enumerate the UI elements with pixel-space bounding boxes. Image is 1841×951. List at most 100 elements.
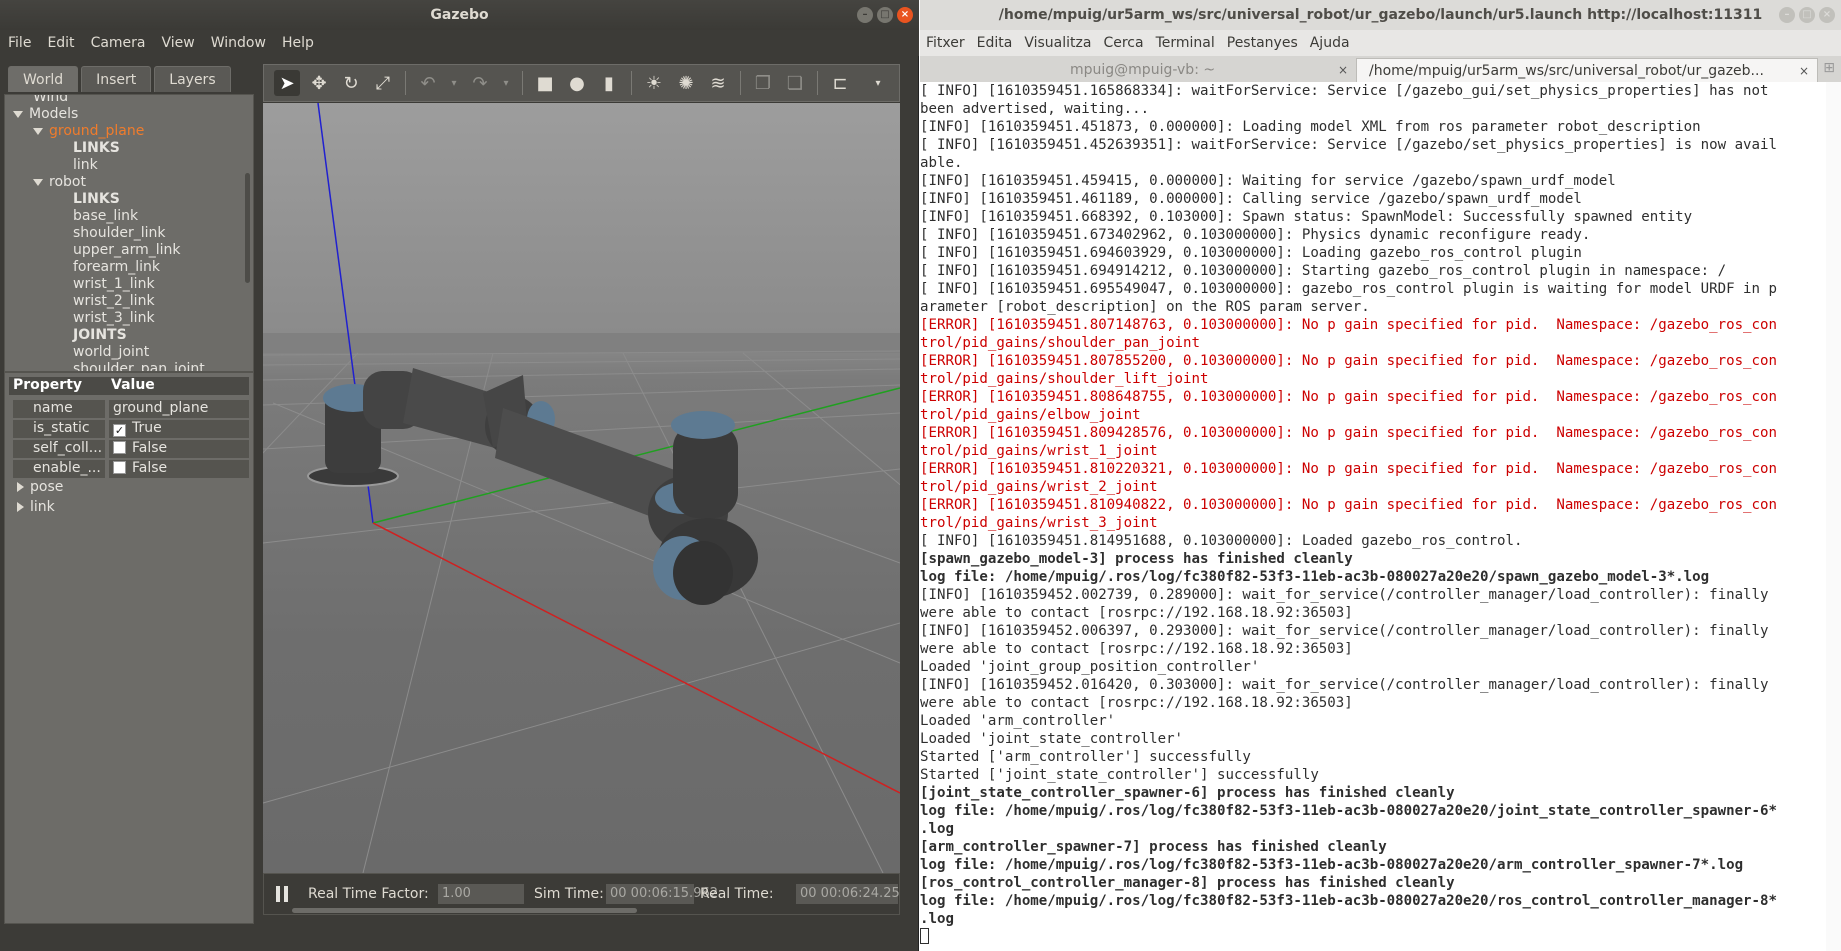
terminal-error-line: [ERROR] [1610359451.808648755, 0.1030000… [920,389,1778,405]
minimize-icon[interactable]: – [1779,7,1795,23]
tree-link[interactable]: wrist_3_link [73,310,155,326]
redo-dropdown-icon[interactable]: ▾ [499,70,513,96]
terminal-error-line: [ERROR] [1610359451.810220321, 0.1030000… [920,461,1778,477]
menu-ajuda[interactable]: Ajuda [1304,35,1356,51]
expand-icon[interactable] [17,482,24,492]
tree-robot[interactable]: robot [33,174,86,190]
terminal-prompt[interactable] [920,928,1826,946]
pause-icon[interactable] [276,886,288,902]
property-value[interactable]: False [109,440,249,458]
tree-link[interactable]: upper_arm_link [73,242,181,258]
menu-fitxer[interactable]: Fitxer [920,35,971,51]
tree-scrollbar[interactable] [245,173,250,283]
menu-pestanyes[interactable]: Pestanyes [1221,35,1304,51]
tree-link[interactable]: base_link [73,208,138,224]
menu-camera[interactable]: Camera [83,35,154,51]
minimize-icon[interactable]: – [857,7,873,23]
new-tab-icon[interactable]: ⊞ [1823,60,1835,76]
tab-world[interactable]: World [8,66,79,92]
scale-icon[interactable]: ⤢ [370,70,396,96]
terminal-error-line: trol/pid_gains/wrist_2_joint [920,479,1158,495]
terminal-error-line: trol/pid_gains/shoulder_pan_joint [920,335,1201,351]
horizontal-scrollbar[interactable] [292,908,637,913]
tree-ground-plane[interactable]: ground_plane [33,123,144,139]
select-arrow-icon[interactable]: ➤ [274,70,300,96]
terminal-title-bar[interactable]: /home/mpuig/ur5arm_ws/src/universal_robo… [920,0,1841,30]
tree-link[interactable]: forearm_link [73,259,160,275]
property-value[interactable]: ground_plane [109,400,249,418]
maximize-icon[interactable]: □ [877,7,893,23]
terminal-tab[interactable]: mpuig@mpuig-vb: ~ × [920,58,1356,82]
menu-edit[interactable]: Edit [39,35,82,51]
rotate-icon[interactable]: ↻ [338,70,364,96]
tree-models[interactable]: Models [13,106,78,122]
expand-icon[interactable] [17,502,24,512]
property-value[interactable]: False [109,460,249,478]
tree-joint[interactable]: world_joint [73,344,149,360]
paste-icon[interactable]: ❏ [782,70,808,96]
terminal-error-line: [ERROR] [1610359451.810940822, 0.1030000… [920,497,1778,513]
undo-icon[interactable]: ↶ [415,70,441,96]
tab-layers[interactable]: Layers [154,66,231,92]
close-tab-icon[interactable]: × [1338,58,1348,82]
tree-wind[interactable]: Wind [33,95,68,105]
copy-icon[interactable]: ❐ [750,70,776,96]
align-icon[interactable]: ⊏ [827,70,853,96]
property-key: self_coll... [13,440,105,458]
3d-viewport[interactable] [263,103,900,873]
gazebo-title-bar[interactable]: Gazebo – □ × [0,0,919,30]
cylinder-icon[interactable]: ▮ [596,70,622,96]
world-tree: Wind Models ground_plane LINKS link robo… [4,94,254,372]
translate-icon[interactable]: ✥ [306,70,332,96]
terminal-line: .log [920,821,954,837]
redo-icon[interactable]: ↷ [467,70,493,96]
menu-view[interactable]: View [154,35,203,51]
tree-link[interactable]: wrist_1_link [73,276,155,292]
menu-file[interactable]: File [0,35,39,51]
expand-icon[interactable] [33,178,43,186]
spot-light-icon[interactable]: ✺ [673,70,699,96]
point-light-icon[interactable]: ☀ [641,70,667,96]
close-tab-icon[interactable]: × [1799,59,1809,82]
horizon [263,333,900,353]
terminal-window: /home/mpuig/ur5arm_ws/src/universal_robo… [920,0,1841,951]
property-pose[interactable]: pose [9,479,249,497]
menu-help[interactable]: Help [274,35,322,51]
terminal-line: arameter [robot_description] on the ROS … [920,299,1370,315]
checkbox-checked-icon[interactable]: ✓ [113,424,126,437]
tree-joint[interactable]: shoulder_pan_joint [73,361,205,371]
undo-dropdown-icon[interactable]: ▾ [447,70,461,96]
terminal-line: [joint_state_controller_spawner-6] proce… [920,785,1455,801]
close-icon[interactable]: × [897,7,913,23]
tree-link[interactable]: shoulder_link [73,225,166,241]
terminal-line: Started ['joint_state_controller'] succe… [920,767,1319,783]
ur5-robot-arm[interactable] [307,368,758,605]
terminal-scrollbar[interactable] [1826,82,1841,951]
expand-icon[interactable] [33,127,43,135]
close-icon[interactable]: × [1819,7,1835,23]
menu-cerca[interactable]: Cerca [1097,35,1149,51]
terminal-line: [INFO] [1610359452.002739, 0.289000]: wa… [920,587,1769,603]
tree-link[interactable]: wrist_2_link [73,293,155,309]
tree-gp-link[interactable]: link [73,157,98,173]
terminal-tab-active[interactable]: /home/mpuig/ur5arm_ws/src/universal_robo… [1356,58,1818,82]
box-icon[interactable]: ■ [532,70,558,96]
terminal-line: [ INFO] [1610359451.673402962, 0.1030000… [920,227,1591,243]
maximize-icon[interactable]: □ [1799,7,1815,23]
menu-window[interactable]: Window [203,35,274,51]
terminal-output[interactable]: [ INFO] [1610359451.165868334]: waitForS… [920,82,1826,951]
tab-insert[interactable]: Insert [81,66,152,92]
menu-visualitza[interactable]: Visualitza [1018,35,1097,51]
more-icon[interactable]: ▾ [865,70,891,96]
expand-icon[interactable] [13,110,23,118]
property-value[interactable]: ✓ True [109,420,249,438]
terminal-line: [ INFO] [1610359451.695549047, 0.1030000… [920,281,1778,297]
checkbox-icon[interactable] [113,461,126,474]
property-link[interactable]: link [9,499,249,517]
terminal-line: [ INFO] [1610359451.165868334]: waitForS… [920,83,1769,99]
checkbox-icon[interactable] [113,441,126,454]
menu-edita[interactable]: Edita [971,35,1019,51]
menu-terminal[interactable]: Terminal [1150,35,1221,51]
directional-light-icon[interactable]: ≋ [705,70,731,96]
sphere-icon[interactable]: ● [564,70,590,96]
